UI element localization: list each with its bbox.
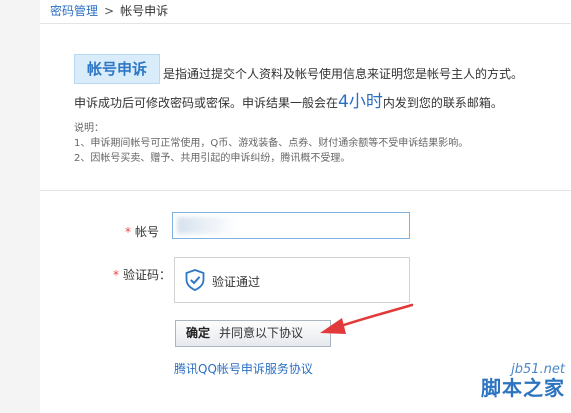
- captcha-label: * 验证码：: [113, 266, 171, 283]
- breadcrumb-current: 帐号申诉: [120, 4, 169, 18]
- breadcrumb: 密码管理 > 帐号申诉: [50, 3, 168, 19]
- service-agreement-link[interactable]: 腾讯QQ帐号申诉服务协议: [174, 360, 313, 377]
- intro-line2-before: 申诉成功后可修改密码或密保。申诉结果一般会在: [74, 96, 339, 110]
- section-title-tag: 帐号申诉: [74, 54, 160, 84]
- captcha-status-text: 验证通过: [212, 275, 261, 289]
- red-arrow-annotation: [320, 303, 414, 334]
- intro-text-line2: 申诉成功后可修改密码或密保。申诉结果一般会在4小时内发到您的联系邮箱。: [74, 87, 503, 112]
- account-label-text: 帐号: [135, 225, 160, 239]
- notes-item-1: 1、申诉期间帐号可正常使用，Q币、游戏装备、点券、财付通余额等不受申诉结果影响。: [74, 138, 469, 149]
- shield-check-icon: [185, 269, 205, 291]
- blurred-account-value: [177, 217, 237, 234]
- result-time-highlight: 4小时: [338, 92, 383, 112]
- left-sidebar-strip: [0, 0, 41, 413]
- notes-heading: 说明：: [74, 123, 104, 134]
- section-divider: [40, 190, 571, 191]
- breadcrumb-separator: >: [104, 4, 115, 18]
- account-input[interactable]: [172, 212, 410, 239]
- captcha-verify-box[interactable]: 验证通过: [174, 257, 410, 303]
- watermark-name: 脚本之家: [481, 376, 565, 400]
- confirm-agree-button[interactable]: 确定 并同意以下协议: [175, 320, 331, 347]
- intro-text-line1: 是指通过提交个人资料及帐号使用信息来证明您是帐号主人的方式。: [163, 67, 524, 81]
- notes-item-2: 2、因帐号买卖、赠予、共用引起的申诉纠纷，腾讯概不受理。: [74, 153, 351, 164]
- captcha-label-text: 验证码：: [123, 268, 172, 282]
- intro-line2-after: 内发到您的联系邮箱。: [382, 96, 503, 110]
- breadcrumb-password-management-link[interactable]: 密码管理: [50, 4, 98, 18]
- account-label: * 帐号: [125, 223, 159, 240]
- required-marker: *: [113, 268, 119, 282]
- confirm-button-suffix: 并同意以下协议: [219, 326, 304, 340]
- required-marker: *: [125, 225, 131, 239]
- confirm-button-label: 确定: [186, 326, 211, 340]
- notes-section: 说明： 1、申诉期间帐号可正常使用，Q币、游戏装备、点券、财付通余额等不受申诉结…: [74, 121, 468, 166]
- header-divider: [40, 23, 571, 24]
